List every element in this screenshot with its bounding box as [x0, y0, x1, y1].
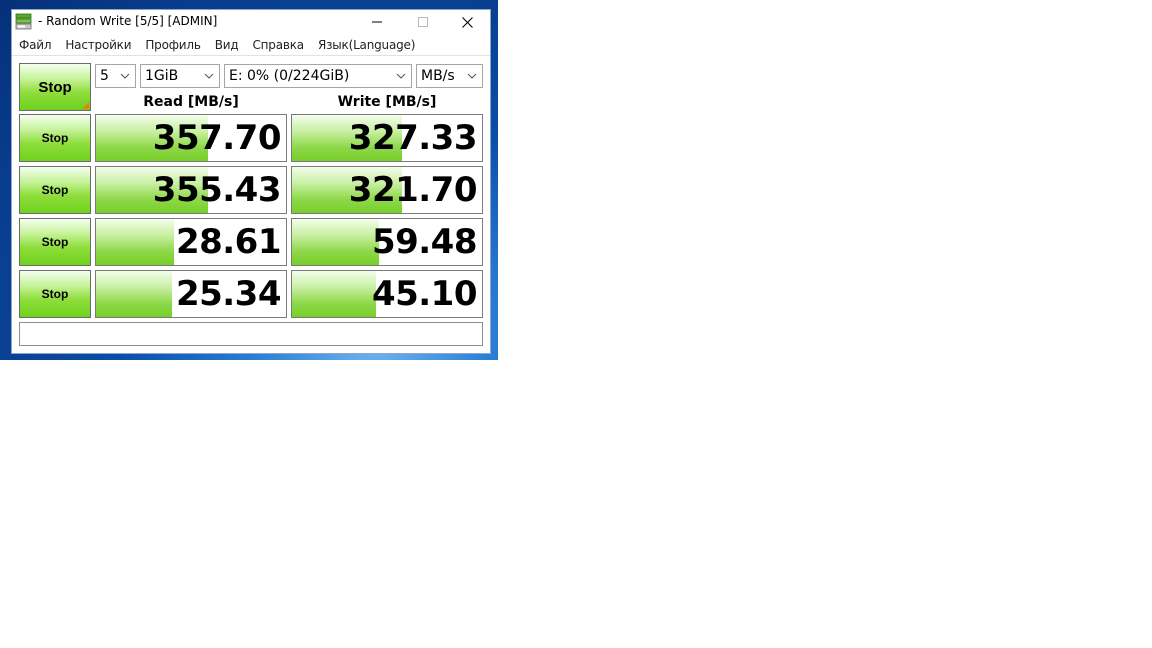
- benchmark-panel: Stop 5 1GiB E: 0% (0/224GiB) MB/s Read […: [12, 56, 490, 353]
- row-4-write-bar: [292, 271, 376, 317]
- row-2-write-cell: 321.70: [291, 166, 483, 214]
- row-3-read-cell: 28.61: [95, 218, 287, 266]
- maximize-button[interactable]: [400, 10, 446, 34]
- row-2-stop-button[interactable]: Stop: [19, 166, 91, 214]
- row-3-write-bar: [292, 219, 380, 265]
- menu-settings[interactable]: Настройки: [58, 38, 138, 52]
- test-count-value: 5: [100, 68, 109, 84]
- stop-all-button[interactable]: Stop: [19, 63, 91, 111]
- title-bar[interactable]: - Random Write [5/5] [ADMIN]: [12, 10, 490, 34]
- row-1-write-value: 327.33: [348, 118, 478, 158]
- app-window: - Random Write [5/5] [ADMIN] Файл Настро…: [11, 9, 491, 354]
- corner-indicator: [82, 102, 89, 109]
- row-3-read-bar: [96, 219, 174, 265]
- row-2-read-cell: 355.43: [95, 166, 287, 214]
- test-size-value: 1GiB: [145, 68, 179, 84]
- menu-language[interactable]: Язык(Language): [311, 38, 422, 52]
- row-3-write-cell: 59.48: [291, 218, 483, 266]
- row-1-stop-button[interactable]: Stop: [19, 114, 91, 162]
- desktop-background: - Random Write [5/5] [ADMIN] Файл Настро…: [0, 0, 498, 360]
- row-4-stop-button[interactable]: Stop: [19, 270, 91, 318]
- stop-all-label: Stop: [38, 78, 72, 96]
- row-1-write-cell: 327.33: [291, 114, 483, 162]
- unit-value: MB/s: [421, 68, 455, 84]
- row-1-read-value: 357.70: [152, 118, 282, 158]
- write-header: Write [MB/s]: [337, 94, 437, 110]
- minimize-icon: [372, 21, 382, 23]
- row-1-stop-label: Stop: [41, 131, 69, 145]
- menu-profile[interactable]: Профиль: [138, 38, 207, 52]
- row-4-stop-label: Stop: [41, 287, 69, 301]
- row-4-read-cell: 25.34: [95, 270, 287, 318]
- row-2-read-value: 355.43: [152, 170, 282, 210]
- close-button[interactable]: [444, 10, 490, 34]
- drive-select[interactable]: E: 0% (0/224GiB): [224, 64, 412, 88]
- row-4-read-value: 25.34: [175, 274, 282, 314]
- row-1-read-cell: 357.70: [95, 114, 287, 162]
- comment-field[interactable]: [19, 322, 483, 346]
- unit-select[interactable]: MB/s: [416, 64, 483, 88]
- menu-help[interactable]: Справка: [245, 38, 310, 52]
- menu-bar: Файл Настройки Профиль Вид Справка Язык(…: [12, 35, 490, 56]
- test-count-select[interactable]: 5: [95, 64, 136, 88]
- row-2-stop-label: Stop: [41, 183, 69, 197]
- chevron-down-icon: [204, 73, 214, 79]
- row-3-stop-button[interactable]: Stop: [19, 218, 91, 266]
- maximize-icon: [418, 17, 428, 27]
- row-4-read-bar: [96, 271, 172, 317]
- read-header: Read [MB/s]: [143, 94, 239, 110]
- row-2-write-value: 321.70: [348, 170, 478, 210]
- drive-value: E: 0% (0/224GiB): [229, 68, 350, 84]
- row-3-write-value: 59.48: [371, 222, 478, 262]
- crystaldiskmark-icon: [15, 13, 32, 30]
- menu-view[interactable]: Вид: [208, 38, 246, 52]
- test-size-select[interactable]: 1GiB: [140, 64, 220, 88]
- menu-file[interactable]: Файл: [12, 38, 58, 52]
- chevron-down-icon: [120, 73, 130, 79]
- row-3-read-value: 28.61: [175, 222, 282, 262]
- minimize-button[interactable]: [354, 10, 400, 34]
- row-4-write-value: 45.10: [371, 274, 478, 314]
- window-title: - Random Write [5/5] [ADMIN]: [38, 14, 218, 28]
- close-icon: [461, 16, 473, 28]
- chevron-down-icon: [396, 73, 406, 79]
- row-3-stop-label: Stop: [41, 235, 69, 249]
- row-4-write-cell: 45.10: [291, 270, 483, 318]
- chevron-down-icon: [467, 73, 477, 79]
